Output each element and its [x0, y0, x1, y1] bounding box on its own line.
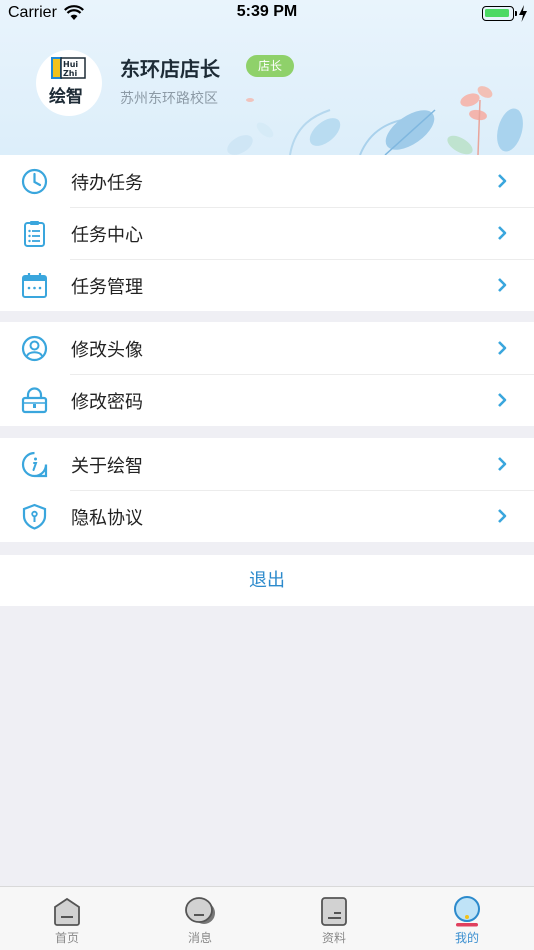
- clipboard-icon: [24, 221, 45, 247]
- huizhi-logo-icon: Hui Zhi 绘智: [49, 57, 86, 107]
- campus-label: 苏州东环路校区: [120, 91, 218, 107]
- menu-item-change-avatar[interactable]: 修改头像: [0, 322, 534, 374]
- menu-item-label: 修改密码: [71, 392, 143, 413]
- calendar-icon: [22, 273, 47, 298]
- chevron-right-icon: [498, 509, 507, 523]
- chevron-right-icon: [498, 393, 507, 407]
- svg-text:绘智: 绘智: [49, 86, 83, 107]
- menu-item-task-management[interactable]: 任务管理: [0, 259, 534, 311]
- chevron-right-icon: [498, 226, 507, 240]
- tab-label: 资料: [321, 931, 346, 945]
- chevron-right-icon: [498, 341, 507, 355]
- leaf-decoration-icon: [227, 86, 523, 155]
- profile-header: Carrier 5:39 PM Hui Zhi 绘智 东环店店长 店长 苏州东环…: [0, 0, 534, 155]
- svg-text:Hui: Hui: [63, 60, 78, 69]
- tab-home[interactable]: 首页: [27, 887, 107, 950]
- profile-icon: [454, 896, 480, 927]
- menu-item-label: 修改头像: [71, 340, 143, 361]
- chevron-right-icon: [498, 457, 507, 471]
- tab-messages[interactable]: 消息: [160, 887, 240, 950]
- menu-group-account: 修改头像 修改密码: [0, 322, 534, 426]
- menu-item-label: 关于绘智: [71, 456, 143, 477]
- shield-icon: [22, 503, 47, 530]
- role-badge: 店长: [246, 55, 295, 77]
- tab-label: 消息: [187, 931, 212, 945]
- user-name: 东环店店长: [120, 57, 220, 81]
- message-icon: [185, 897, 215, 924]
- svg-text:Zhi: Zhi: [63, 69, 77, 78]
- info-icon: [21, 451, 48, 478]
- user-avatar-icon: [21, 335, 48, 362]
- document-icon: [321, 897, 347, 926]
- clock-icon: [21, 168, 48, 195]
- menu-item-change-password[interactable]: 修改密码: [0, 374, 534, 426]
- home-icon: [54, 897, 80, 926]
- menu-group-about: 关于绘智 隐私协议: [0, 438, 534, 542]
- clock-label: 5:39 PM: [236, 3, 298, 20]
- menu-item-label: 待办任务: [71, 173, 143, 194]
- tab-label: 我的: [454, 931, 479, 945]
- chevron-right-icon: [498, 278, 507, 292]
- menu-item-label: 任务管理: [71, 277, 143, 298]
- logout-button[interactable]: 退出: [0, 555, 534, 606]
- menu-item-about[interactable]: 关于绘智: [0, 438, 534, 490]
- tab-bar: 首页 消息 资料 我的: [0, 886, 534, 950]
- menu-group-tasks: 待办任务 任务中心 任务管理: [0, 155, 534, 311]
- tab-me[interactable]: 我的: [427, 887, 507, 950]
- tab-label: 首页: [54, 931, 79, 945]
- tab-resources[interactable]: 资料: [294, 887, 374, 950]
- menu-item-label: 任务中心: [71, 225, 143, 246]
- status-bar: Carrier 5:39 PM: [0, 0, 534, 28]
- menu-item-pending-tasks[interactable]: 待办任务: [0, 155, 534, 207]
- menu-item-privacy[interactable]: 隐私协议: [0, 490, 534, 542]
- charging-icon: [519, 5, 527, 22]
- chevron-right-icon: [498, 174, 507, 188]
- battery-icon: [482, 6, 517, 21]
- menu-item-label: 隐私协议: [71, 508, 143, 529]
- lock-icon: [21, 387, 48, 414]
- menu-item-task-center[interactable]: 任务中心: [0, 207, 534, 259]
- avatar[interactable]: Hui Zhi 绘智: [36, 50, 102, 116]
